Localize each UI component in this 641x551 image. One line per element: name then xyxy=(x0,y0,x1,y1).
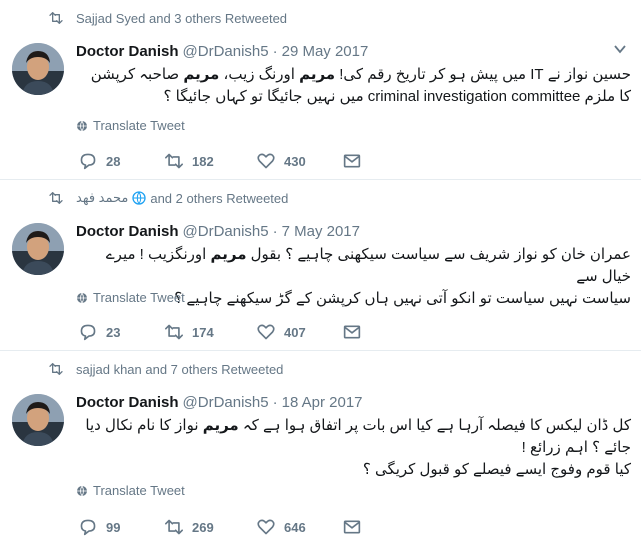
translate-globe-icon xyxy=(76,292,88,304)
reply-count: 28 xyxy=(106,153,121,169)
reply-icon xyxy=(80,153,96,170)
author-handle[interactable]: @DrDanish5 xyxy=(183,43,269,60)
retweet-icon xyxy=(165,153,183,169)
author-handle[interactable]: @DrDanish5 xyxy=(183,223,269,240)
tweet-text-line: کل ڈان لیکس کا فیصلہ آرہا ہے کیا اس بات … xyxy=(85,417,631,434)
direct-message-button[interactable] xyxy=(342,151,370,171)
like-button[interactable]: 407 xyxy=(256,322,306,342)
tweet-text: حسین نواز نے IT میں پیش ہو کر تاریخ رقم … xyxy=(76,64,631,108)
retweeters-link[interactable]: sajjad khan and 7 others Retweeted xyxy=(76,362,283,377)
reply-count: 23 xyxy=(106,324,121,340)
reply-button[interactable]: 23 xyxy=(78,322,120,342)
globe-icon xyxy=(132,191,146,205)
retweet-count: 182 xyxy=(192,153,214,169)
retweet-icon xyxy=(48,190,64,206)
translate-tweet-button[interactable]: Translate Tweet xyxy=(76,118,185,133)
direct-message-icon xyxy=(343,154,361,168)
translate-globe-icon xyxy=(76,485,88,497)
retweet-icon xyxy=(48,10,64,26)
like-icon xyxy=(257,153,275,169)
tweet-actions: 28 182 430 xyxy=(78,151,378,171)
like-icon xyxy=(257,324,275,340)
translate-label: Translate Tweet xyxy=(93,290,185,305)
tweet-text-line: کیا قوم وفوج ایسے فیصلے کو قبول کریگی ؟ xyxy=(362,461,631,478)
retweet-context: محمد فهد and 2 others Retweeted xyxy=(48,190,288,206)
tweet-text-line: کا ملزم criminal investigation committee… xyxy=(163,88,631,105)
retweet-icon xyxy=(165,324,183,340)
separator: · xyxy=(272,222,278,240)
separator: · xyxy=(272,42,278,60)
tweet[interactable]: Sajjad Syed and 3 others Retweeted Docto… xyxy=(0,0,641,180)
retweet-icon xyxy=(48,361,64,377)
tweet-text-line: عمران خان کو نواز شریف سے سیاست سیکھنی چ… xyxy=(105,246,631,285)
retweeters-link[interactable]: and 2 others Retweeted xyxy=(150,191,288,206)
retweeters-link[interactable]: Sajjad Syed and 3 others Retweeted xyxy=(76,11,287,26)
reply-icon xyxy=(80,324,96,341)
tweet-date[interactable]: 18 Apr 2017 xyxy=(282,394,363,411)
reply-button[interactable]: 99 xyxy=(78,517,120,537)
retweet-icon xyxy=(165,519,183,535)
author-name[interactable]: Doctor Danish xyxy=(76,394,179,411)
avatar[interactable] xyxy=(12,43,64,95)
retweet-count: 269 xyxy=(192,519,214,535)
avatar[interactable] xyxy=(12,223,64,275)
retweet-context: sajjad khan and 7 others Retweeted xyxy=(48,361,283,377)
author-handle[interactable]: @DrDanish5 xyxy=(183,394,269,411)
separator: · xyxy=(272,393,278,411)
chevron-down-icon[interactable] xyxy=(613,42,627,56)
retweet-button[interactable]: 269 xyxy=(164,517,214,537)
direct-message-button[interactable] xyxy=(342,322,370,342)
tweet-date[interactable]: 7 May 2017 xyxy=(282,223,360,240)
tweet-actions: 23 174 407 xyxy=(78,322,378,342)
tweet-actions: 99 269 646 xyxy=(78,517,378,537)
avatar[interactable] xyxy=(12,394,64,446)
tweet-date[interactable]: 29 May 2017 xyxy=(282,43,369,60)
tweet-text: کل ڈان لیکس کا فیصلہ آرہا ہے کیا اس بات … xyxy=(76,415,631,481)
retweet-button[interactable]: 182 xyxy=(164,151,214,171)
retweet-context: Sajjad Syed and 3 others Retweeted xyxy=(48,10,287,26)
translate-globe-icon xyxy=(76,120,88,132)
tweet-text-line: جائے ؟ اہم زرائع ! xyxy=(521,439,631,456)
direct-message-icon xyxy=(343,520,361,534)
tweet-header: Doctor Danish @DrDanish5 · 7 May 2017 xyxy=(76,220,360,242)
timeline: Sajjad Syed and 3 others Retweeted Docto… xyxy=(0,0,641,551)
author-name[interactable]: Doctor Danish xyxy=(76,223,179,240)
translate-label: Translate Tweet xyxy=(93,118,185,133)
reply-button[interactable]: 28 xyxy=(78,151,120,171)
like-count: 646 xyxy=(284,519,306,535)
like-button[interactable]: 646 xyxy=(256,517,306,537)
retweet-count: 174 xyxy=(192,324,214,340)
translate-tweet-button[interactable]: Translate Tweet xyxy=(76,290,185,305)
tweet-header: Doctor Danish @DrDanish5 · 29 May 2017 xyxy=(76,40,368,62)
retweet-button[interactable]: 174 xyxy=(164,322,214,342)
translate-label: Translate Tweet xyxy=(93,483,185,498)
translate-tweet-button[interactable]: Translate Tweet xyxy=(76,483,185,498)
tweet-text-line: حسین نواز نے IT میں پیش ہو کر تاریخ رقم … xyxy=(90,66,631,83)
like-icon xyxy=(257,519,275,535)
reply-count: 99 xyxy=(106,519,121,535)
direct-message-button[interactable] xyxy=(342,517,370,537)
author-name[interactable]: Doctor Danish xyxy=(76,43,179,60)
tweet-header: Doctor Danish @DrDanish5 · 18 Apr 2017 xyxy=(76,391,363,413)
reply-icon xyxy=(80,519,96,536)
retweeter-name[interactable]: محمد فهد xyxy=(76,190,128,206)
direct-message-icon xyxy=(343,325,361,339)
like-count: 407 xyxy=(284,324,306,340)
tweet[interactable]: sajjad khan and 7 others Retweeted Docto… xyxy=(0,351,641,551)
like-button[interactable]: 430 xyxy=(256,151,306,171)
like-count: 430 xyxy=(284,153,306,169)
tweet[interactable]: محمد فهد and 2 others Retweeted Doctor D… xyxy=(0,180,641,351)
